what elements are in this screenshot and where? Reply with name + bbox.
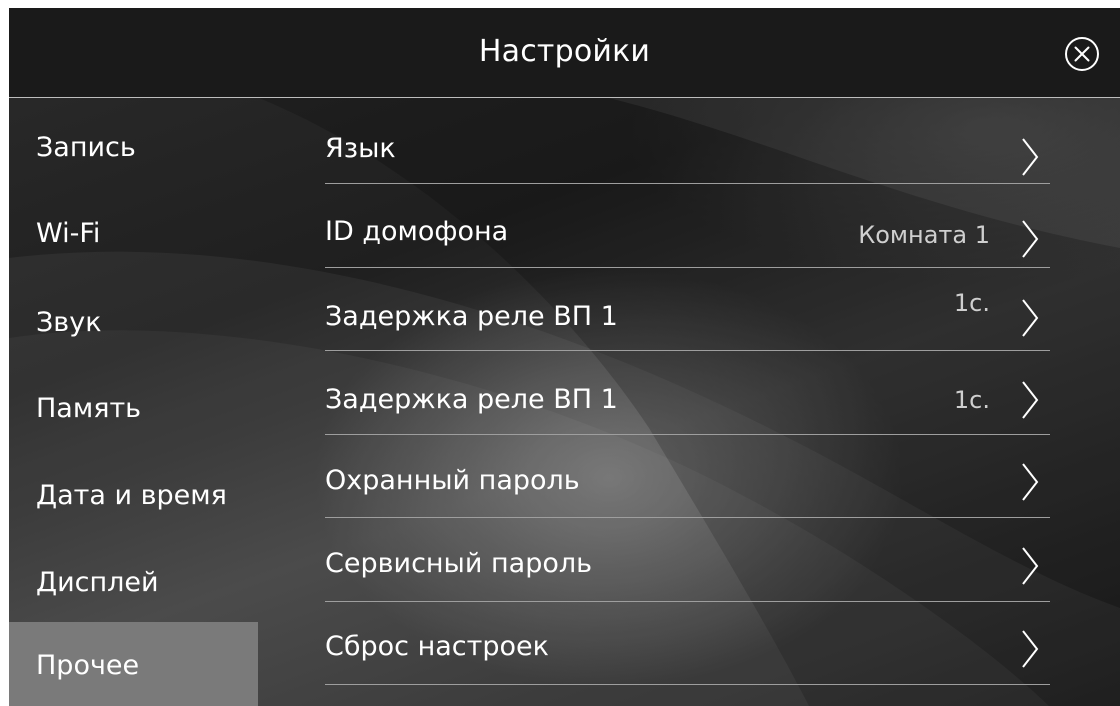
- chevron-right-icon: [1022, 547, 1039, 585]
- chevron-right-icon: [1022, 463, 1039, 501]
- chevron-right-icon: [1022, 138, 1039, 176]
- setting-value: 1с.: [953, 289, 990, 317]
- setting-value: Комната 1: [858, 221, 990, 249]
- setting-label: ID домофона: [325, 216, 509, 247]
- sidebar-item-recording[interactable]: Запись: [9, 106, 258, 192]
- setting-row-relay-delay-1[interactable]: Задержка реле ВП 1 1с.: [325, 267, 1050, 351]
- setting-label: Язык: [325, 133, 396, 164]
- setting-label: Охранный пароль: [325, 465, 580, 496]
- chevron-right-icon: [1022, 381, 1039, 419]
- sidebar-item-label: Дисплей: [36, 567, 159, 598]
- setting-row-relay-delay-2[interactable]: Задержка реле ВП 1 1с.: [325, 351, 1050, 435]
- chevron-right-icon: [1022, 630, 1039, 668]
- setting-row-reset-settings[interactable]: Сброс настроек: [325, 601, 1050, 685]
- setting-row-security-password[interactable]: Охранный пароль: [325, 434, 1050, 518]
- setting-label: Задержка реле ВП 1: [325, 384, 618, 415]
- sidebar: Запись Wi-Fi Звук Память Дата и время Ди…: [9, 98, 258, 706]
- setting-row-service-password[interactable]: Сервисный пароль: [325, 518, 1050, 602]
- setting-row-language[interactable]: Язык: [325, 100, 1050, 184]
- sidebar-item-label: Дата и время: [36, 480, 227, 511]
- setting-label: Задержка реле ВП 1: [325, 301, 618, 332]
- close-button[interactable]: [1060, 32, 1104, 76]
- sidebar-item-label: Звук: [36, 307, 102, 338]
- setting-value: 1с.: [953, 386, 990, 414]
- setting-label: Сброс настроек: [325, 631, 549, 662]
- setting-label: Сервисный пароль: [325, 548, 593, 579]
- sidebar-item-memory[interactable]: Память: [9, 367, 258, 453]
- close-circle-icon: [1065, 37, 1099, 71]
- sidebar-item-date-time[interactable]: Дата и время: [9, 454, 258, 540]
- chevron-right-icon: [1022, 299, 1039, 337]
- sidebar-item-label: Память: [36, 393, 142, 424]
- sidebar-item-label: Wi-Fi: [36, 218, 101, 249]
- page-title: Настройки: [478, 34, 651, 69]
- sidebar-item-sound[interactable]: Звук: [9, 281, 258, 367]
- sidebar-item-label: Прочее: [36, 650, 140, 681]
- sidebar-item-wifi[interactable]: Wi-Fi: [9, 192, 258, 278]
- setting-row-intercom-id[interactable]: ID домофона Комната 1: [325, 184, 1050, 268]
- chevron-right-icon: [1022, 220, 1039, 258]
- sidebar-item-label: Запись: [36, 132, 136, 163]
- sidebar-item-display[interactable]: Дисплей: [9, 541, 258, 627]
- sidebar-item-other[interactable]: Прочее: [9, 622, 258, 706]
- header-bar: Настройки: [9, 8, 1120, 98]
- settings-screen: Настройки Запись Wi-Fi Звук Память Дата …: [9, 8, 1120, 706]
